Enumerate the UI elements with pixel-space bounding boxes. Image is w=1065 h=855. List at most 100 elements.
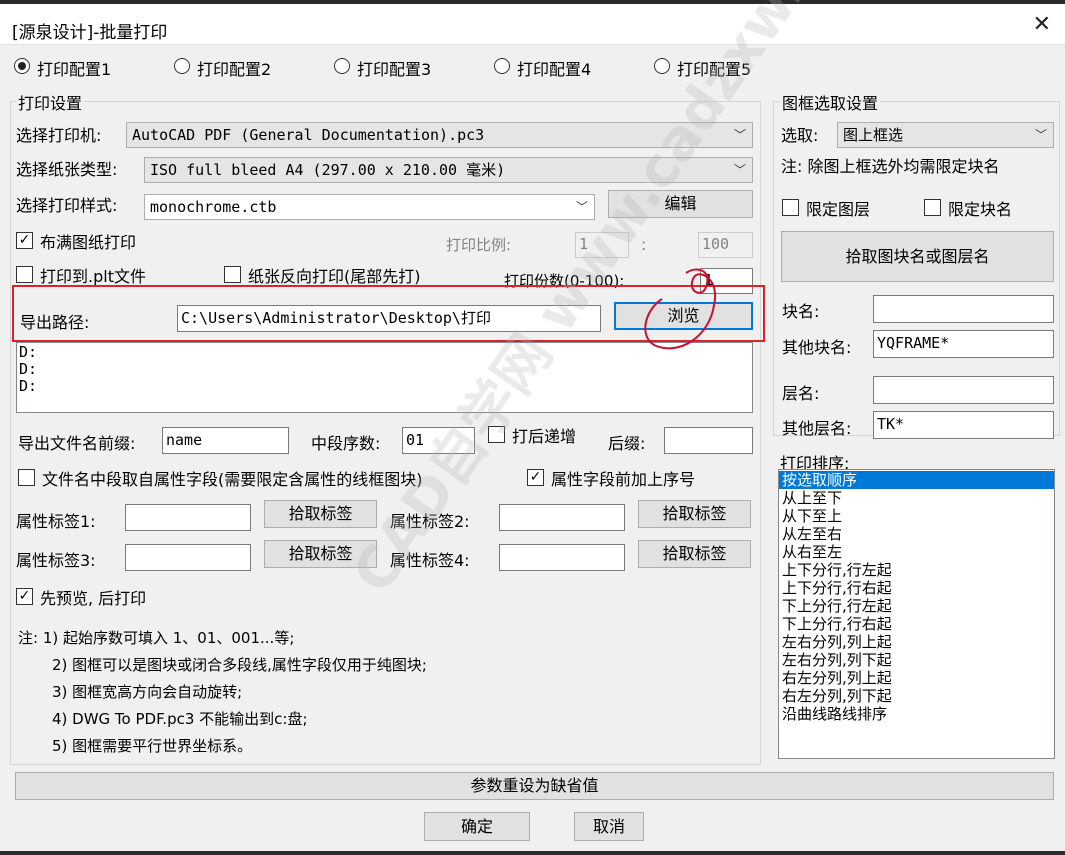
list-item[interactable]: 上下分行,行左起: [779, 561, 1054, 579]
other-layer-label: 其他层名:: [782, 419, 852, 438]
list-item[interactable]: 右左分列,列上起: [779, 669, 1054, 687]
attr-prefix-seq-label: 属性字段前加上序号: [551, 470, 696, 489]
pick-block-layer-button[interactable]: 拾取图块名或图层名: [781, 231, 1054, 282]
list-item[interactable]: 按选取顺序: [779, 471, 1054, 489]
style-label: 选择打印样式:: [16, 196, 118, 215]
other-layer-input[interactable]: TK*: [873, 411, 1054, 439]
preview-first-label: 先预览, 后打印: [40, 589, 147, 608]
suffix-label: 后缀:: [608, 434, 646, 453]
block-name-label: 块名:: [782, 302, 820, 321]
other-block-label: 其他块名:: [782, 338, 852, 357]
window-title: [源泉设计]-批量打印: [12, 23, 168, 43]
list-item[interactable]: 下上分行,行右起: [779, 615, 1054, 633]
limit-block-label: 限定块名: [948, 200, 1013, 219]
layer-name-label: 层名:: [782, 384, 820, 403]
fit-paper-checkbox[interactable]: ✓: [16, 232, 33, 249]
drive-line: D:: [19, 360, 38, 378]
profile-radio-5[interactable]: [654, 58, 670, 74]
printer-label: 选择打印机:: [16, 126, 102, 145]
to-plt-label: 打印到.plt文件: [40, 267, 146, 286]
attr-tag4-input[interactable]: [499, 544, 625, 571]
note-line: 4) DWG To PDF.pc3 不能输出到c:盘;: [52, 710, 308, 728]
paper-value: ISO full bleed A4 (297.00 x 210.00 毫米): [150, 161, 506, 179]
frame-select-value: 图上框选: [843, 126, 904, 144]
to-plt-checkbox[interactable]: [16, 266, 33, 283]
radio-icon: [654, 58, 670, 74]
scale-right-input[interactable]: 100: [698, 232, 753, 258]
title-bar: [源泉设计]-批量打印 ✕: [0, 4, 1065, 45]
frame-select[interactable]: 图上框选 ﹀: [837, 122, 1054, 148]
close-icon[interactable]: ✕: [1033, 14, 1051, 36]
list-item[interactable]: 左右分列,列下起: [779, 651, 1054, 669]
attr-tag2-input[interactable]: [499, 504, 625, 531]
attr-mid-checkbox[interactable]: [18, 469, 35, 486]
radio-icon: [494, 58, 510, 74]
list-item[interactable]: 沿曲线路线排序: [779, 705, 1054, 723]
note-line: 5) 图框需要平行世界坐标系。: [52, 737, 253, 755]
other-block-input[interactable]: YQFRAME*: [873, 330, 1054, 358]
preview-first-checkbox[interactable]: ✓: [16, 588, 33, 605]
prefix-input[interactable]: name: [162, 427, 289, 454]
reverse-checkbox[interactable]: [224, 266, 241, 283]
profile-label-2: 打印配置2: [197, 60, 272, 79]
list-item[interactable]: 右左分列,列下起: [779, 687, 1054, 705]
mid-seq-label: 中段序数:: [311, 434, 381, 453]
attr-tag1-label: 属性标签1:: [16, 512, 96, 531]
frame-settings-title: 图框选取设置: [780, 90, 881, 114]
note-line: 2) 图框可以是图块或闭合多段线,属性字段仅用于纯图块;: [52, 656, 427, 674]
reverse-label: 纸张反向打印(尾部先打): [248, 267, 421, 286]
layer-name-input[interactable]: [873, 376, 1054, 404]
profile-radio-1[interactable]: [14, 58, 30, 74]
profile-radio-3[interactable]: [334, 58, 350, 74]
list-item[interactable]: 从上至下: [779, 489, 1054, 507]
pick-tag2-button[interactable]: 拾取标签: [638, 500, 751, 528]
attr-tag3-label: 属性标签3:: [16, 551, 96, 570]
attr-tag1-input[interactable]: [125, 504, 251, 531]
export-path-label: 导出路径:: [20, 313, 90, 332]
list-item[interactable]: 左右分列,列上起: [779, 633, 1054, 651]
ok-button[interactable]: 确定: [424, 812, 530, 841]
fit-paper-label: 布满图纸打印: [40, 233, 137, 252]
profile-label-1: 打印配置1: [37, 60, 112, 79]
block-name-input[interactable]: [873, 295, 1054, 323]
note-line: 注: 1) 起始序数可填入 1、01、001...等;: [18, 629, 295, 647]
profile-label-4: 打印配置4: [517, 60, 592, 79]
attr-mid-label: 文件名中段取自属性字段(需要限定含属性的线框图块): [42, 470, 423, 489]
radio-selected-icon: [14, 58, 30, 74]
note-line: 3) 图框宽高方向会自动旋转;: [52, 683, 243, 701]
limit-layer-label: 限定图层: [806, 200, 871, 219]
radio-icon: [334, 58, 350, 74]
profile-label-3: 打印配置3: [357, 60, 432, 79]
scale-label: 打印比例:: [446, 236, 512, 254]
chevron-down-icon: ﹀: [733, 163, 746, 177]
drive-line: D:: [19, 377, 38, 395]
attr-prefix-seq-checkbox[interactable]: ✓: [527, 469, 544, 486]
printer-value: AutoCAD PDF (General Documentation).pc3: [132, 126, 485, 144]
profile-radio-2[interactable]: [174, 58, 190, 74]
list-item[interactable]: 下上分行,行左起: [779, 597, 1054, 615]
background-strip: [0, 851, 1065, 855]
reset-defaults-button[interactable]: 参数重设为缺省值: [15, 772, 1054, 800]
limit-layer-checkbox[interactable]: [782, 199, 799, 216]
limit-block-checkbox[interactable]: [924, 199, 941, 216]
prefix-label: 导出文件名前缀:: [18, 434, 136, 453]
profile-radio-4[interactable]: [494, 58, 510, 74]
paper-label: 选择纸张类型:: [16, 160, 118, 179]
cancel-button[interactable]: 取消: [574, 812, 644, 841]
chevron-down-icon: ﹀: [1034, 128, 1047, 142]
frame-select-label: 选取:: [781, 126, 819, 145]
list-item[interactable]: 上下分行,行右起: [779, 579, 1054, 597]
list-item[interactable]: 从下至上: [779, 507, 1054, 525]
print-order-list[interactable]: 按选取顺序 从上至下 从下至上 从左至右 从右至左 上下分行,行左起 上下分行,…: [778, 469, 1055, 759]
attr-tag3-input[interactable]: [125, 544, 251, 571]
print-settings-title: 打印设置: [16, 90, 85, 114]
frame-hint: 注: 除图上框选外均需限定块名: [781, 157, 1000, 176]
list-item[interactable]: 从右至左: [779, 543, 1054, 561]
list-item[interactable]: 从左至右: [779, 525, 1054, 543]
style-select[interactable]: monochrome.ctb ﹀: [144, 194, 595, 220]
suffix-input[interactable]: [664, 427, 753, 454]
style-value: monochrome.ctb: [150, 198, 277, 216]
annotation-circle: [644, 268, 717, 350]
pick-tag4-button[interactable]: 拾取标签: [638, 540, 751, 568]
radio-icon: [174, 58, 190, 74]
